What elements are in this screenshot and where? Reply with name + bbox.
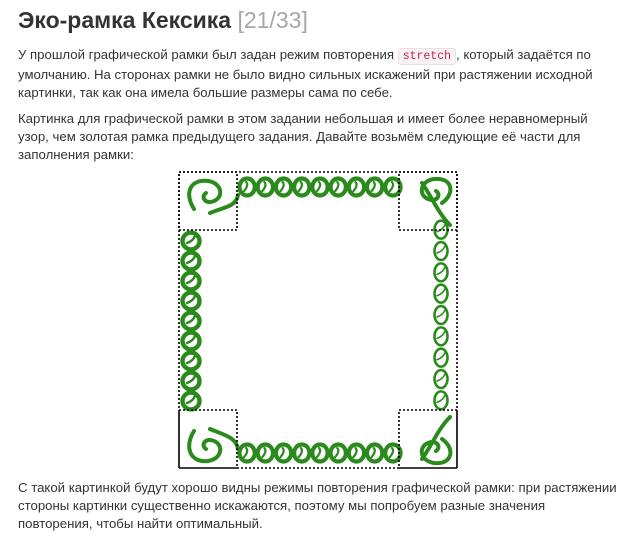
frame-top-leaf	[297, 180, 303, 193]
corner-tr-flourish	[419, 176, 453, 227]
frame-bottom-leaf	[388, 446, 395, 459]
frame-left-leaf	[185, 394, 197, 405]
frame-top-leaf	[315, 180, 322, 193]
paragraph-description: Картинка для графической рамки в этом за…	[18, 111, 588, 162]
frame-left-leaf	[185, 274, 197, 285]
corner-br-ornament	[419, 415, 453, 466]
frame-right-leaf	[436, 309, 446, 318]
corner-br-flourish	[419, 415, 453, 466]
corner-tr-ornament	[419, 176, 453, 227]
border-image-figure	[178, 171, 460, 471]
frame-bottom-leaf	[315, 446, 322, 459]
corner-bl-ornament	[187, 427, 240, 464]
corner-bl-flourish	[187, 427, 240, 464]
frame-right-leaf	[436, 394, 446, 404]
frame-left-leaf	[185, 354, 197, 365]
frame-right-leaf	[436, 245, 446, 254]
frame-top-leaf	[352, 180, 358, 193]
frame-bottom-leaf	[370, 446, 376, 459]
frame-right-leaf	[436, 330, 446, 340]
page-title: Эко-рамка Кексика [21/33]	[18, 4, 308, 36]
frame-bottom-leaf	[261, 446, 267, 459]
frame-left-leaf	[185, 294, 197, 305]
frame-top-leaf	[279, 180, 285, 193]
paragraph-intro: У прошлой графической рамки был задан ре…	[18, 46, 618, 102]
corner-tl-ornament	[187, 178, 240, 215]
frame-top-leaf	[261, 180, 267, 193]
frame-left-leaf	[185, 254, 197, 265]
frame-bottom-leaf	[352, 446, 358, 459]
frame-bottom-leaf	[243, 446, 249, 459]
frame-right-leaf	[436, 287, 446, 297]
code-stretch: stretch	[397, 48, 456, 65]
slice-guide-outer	[178, 171, 458, 469]
corner-tl-flourish	[187, 178, 240, 215]
frame-left-leaf	[185, 314, 197, 325]
frame-right-leaf	[436, 351, 446, 361]
frame-bottom-leaf	[297, 446, 303, 459]
paragraph-intro-before: У прошлой графической рамки был задан ре…	[18, 47, 398, 62]
paragraph-conclusion: С такой картинкой будут хорошо видны реж…	[18, 480, 617, 531]
lesson-counter: [21/33]	[237, 7, 308, 33]
frame-bottom-leaf	[334, 446, 340, 459]
frame-top-leaf	[243, 180, 249, 193]
frame-right-leaf	[436, 373, 446, 382]
frame-top-leaf	[370, 180, 376, 193]
title-text: Эко-рамка Кексика	[18, 7, 232, 33]
green-frame-image	[178, 171, 458, 469]
frame-top-leaf	[334, 180, 340, 193]
frame-left-leaf	[185, 374, 197, 385]
frame-top-leaf	[388, 180, 395, 193]
frame-bottom-leaf	[279, 446, 285, 459]
frame-right-leaf	[436, 266, 446, 276]
frame-left-leaf	[185, 334, 197, 345]
frame-left-leaf	[185, 234, 197, 245]
